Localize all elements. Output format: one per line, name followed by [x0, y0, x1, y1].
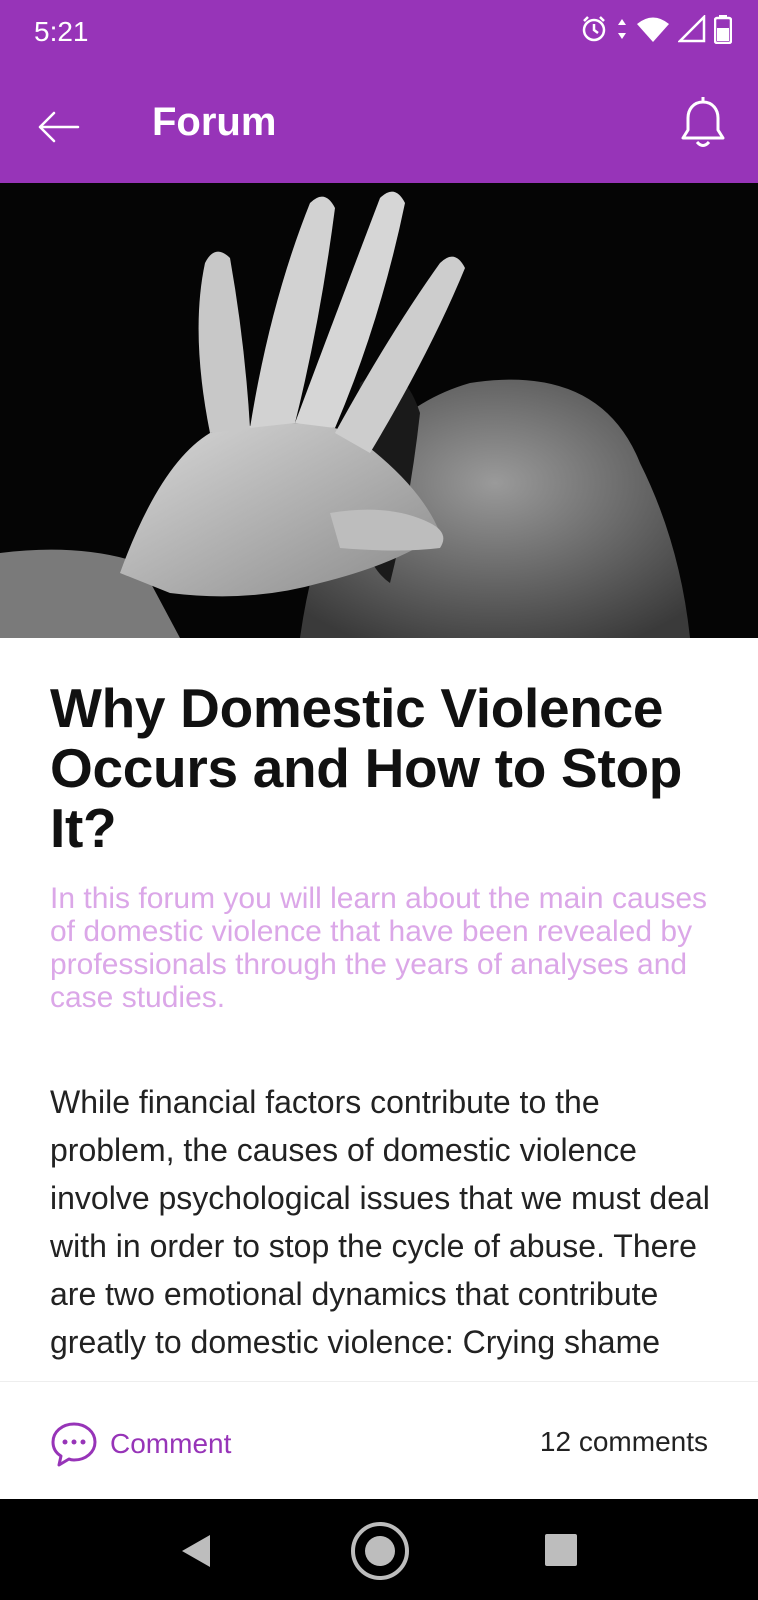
- post-title: Why Domestic Violence Occurs and How to …: [50, 677, 683, 859]
- status-bar: 5:21: [0, 0, 758, 64]
- post-image: [0, 183, 758, 638]
- post-body: While financial factors contribute to th…: [50, 1084, 710, 1360]
- signal-icon: [678, 15, 706, 43]
- system-nav-bar: [0, 1499, 758, 1600]
- back-triangle-icon[interactable]: [180, 1533, 212, 1569]
- comment-button[interactable]: Comment: [50, 1420, 231, 1468]
- page-title: Forum: [152, 100, 277, 144]
- post-content: Why Domestic Violence Occurs and How to …: [50, 678, 710, 1370]
- app-bar: Forum: [0, 64, 758, 183]
- data-arrows-icon: [618, 19, 626, 39]
- comment-bar: Comment 12 comments: [0, 1381, 758, 1500]
- status-icons: [580, 14, 732, 44]
- bell-icon: [681, 97, 725, 147]
- home-circle-icon[interactable]: [350, 1521, 410, 1581]
- hand-photo-illustration: [0, 183, 758, 638]
- battery-icon: [714, 15, 732, 44]
- recents-square-icon[interactable]: [544, 1533, 578, 1567]
- back-button[interactable]: [34, 102, 84, 152]
- post-subtitle: In this forum you will learn about the m…: [50, 882, 707, 1014]
- chat-bubble-icon: [51, 1422, 97, 1467]
- comment-count[interactable]: 12 comments: [540, 1426, 708, 1458]
- status-time: 5:21: [34, 16, 89, 47]
- wifi-icon: [637, 17, 669, 42]
- alarm-icon: [582, 16, 606, 42]
- arrow-left-icon: [38, 111, 80, 143]
- comment-label: Comment: [110, 1428, 232, 1459]
- notifications-button[interactable]: [678, 96, 728, 152]
